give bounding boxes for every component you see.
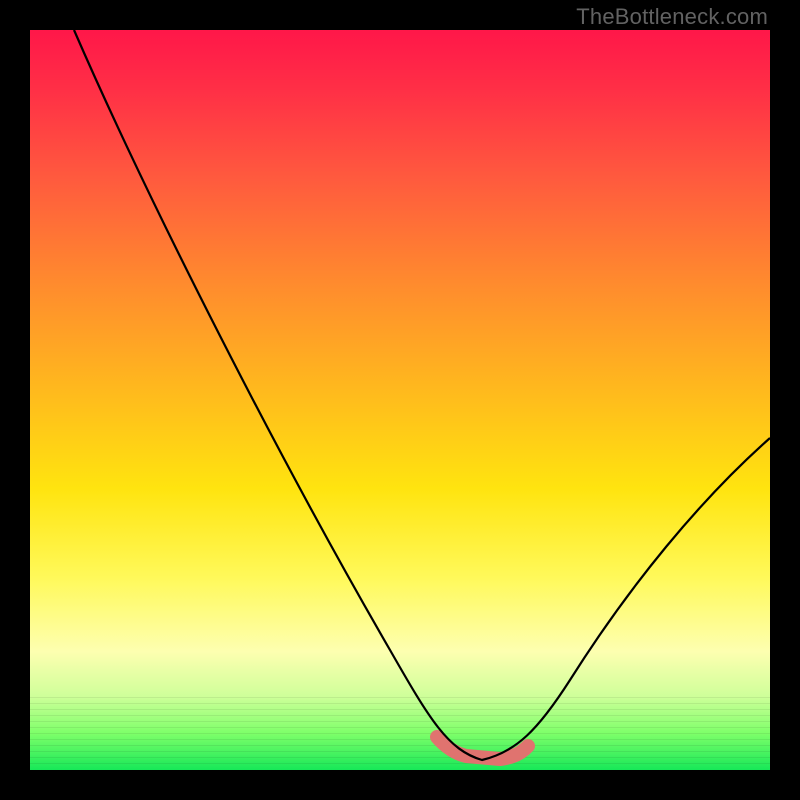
curve-layer: [30, 30, 770, 770]
watermark-text: TheBottleneck.com: [576, 4, 768, 30]
bottleneck-curve: [74, 30, 770, 760]
chart-frame: TheBottleneck.com: [0, 0, 800, 800]
